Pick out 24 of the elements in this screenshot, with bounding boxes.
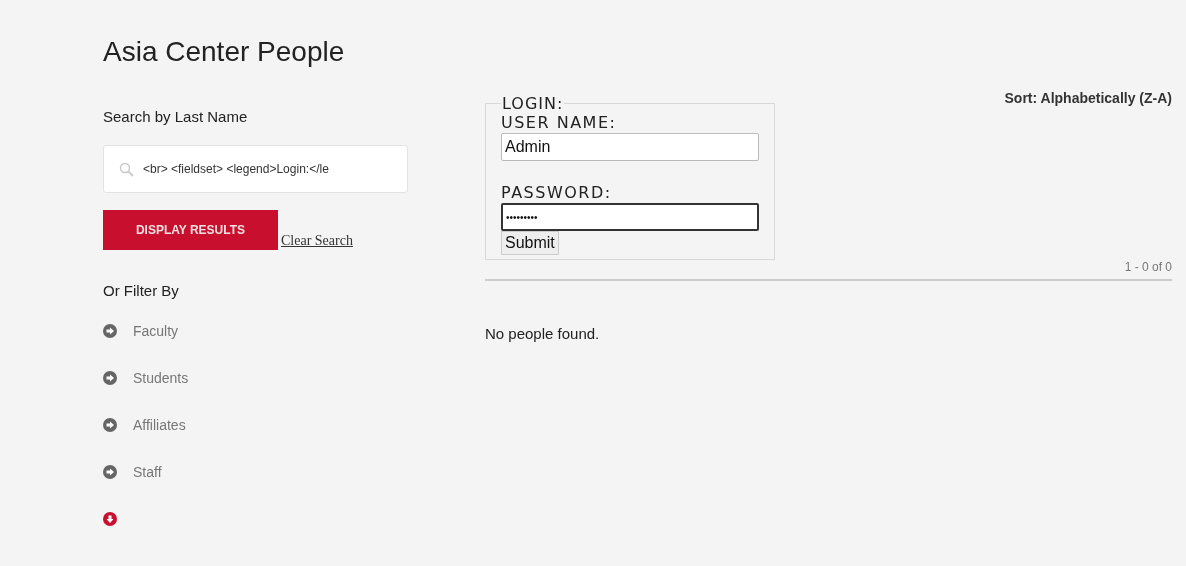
- filter-option[interactable]: Students: [133, 370, 189, 386]
- arrow-right-icon[interactable]: [103, 418, 117, 432]
- arrow-right-icon[interactable]: [103, 324, 117, 338]
- username-label: USER NAME:: [501, 113, 618, 132]
- arrow-right-icon[interactable]: [103, 371, 117, 385]
- pagination-count: 1 - 0 of 0: [1124, 260, 1172, 274]
- password-field[interactable]: •••••••••: [501, 203, 759, 231]
- filter-option[interactable]: Staff: [133, 464, 162, 480]
- filter-option[interactable]: Faculty: [133, 323, 179, 339]
- password-label: PASSWORD:: [501, 183, 613, 202]
- page-title: Asia Center People: [103, 36, 346, 68]
- display-results-button[interactable]: DISPLAY RESULTS: [103, 210, 278, 250]
- submit-button[interactable]: Submit: [501, 231, 559, 255]
- login-legend: LOGIN:: [501, 94, 565, 113]
- clear-search-link[interactable]: Clear Search: [281, 233, 353, 249]
- filter-heading: Or Filter By: [103, 282, 180, 299]
- sort-dropdown[interactable]: Sort: Alphabetically (Z-A): [1004, 90, 1172, 110]
- search-label: Search by Last Name: [103, 108, 249, 125]
- filter-option[interactable]: Affiliates: [133, 417, 186, 433]
- search-field[interactable]: <br> <fieldset> <legend>Login:</le: [103, 145, 408, 193]
- empty-message: No people found.: [485, 325, 601, 342]
- arrow-right-icon[interactable]: [103, 465, 117, 479]
- username-field[interactable]: Admin: [501, 133, 759, 161]
- arrow-down-icon[interactable]: [103, 512, 117, 526]
